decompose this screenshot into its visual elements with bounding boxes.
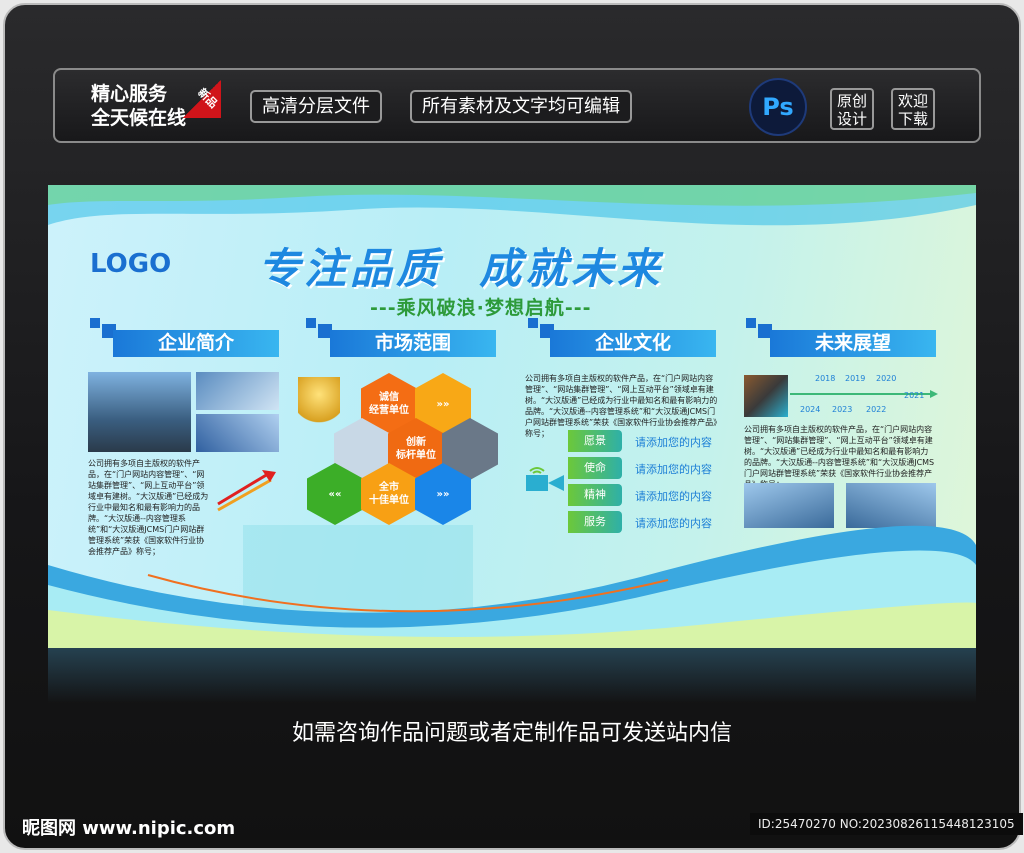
main-title: 专注品质 成就未来 xyxy=(258,244,664,293)
contact-caption: 如需咨询作品问题或者定制作品可发送站内信 xyxy=(291,721,732,746)
editable-tag: 所有素材及文字均可编辑 xyxy=(410,90,632,123)
section-header-future: 未来展望 xyxy=(770,330,936,357)
download-line1: 欢迎 xyxy=(897,92,928,110)
growth-arrow-icon xyxy=(217,470,276,512)
original-line1: 原创 xyxy=(836,92,867,110)
top-banner: 精心服务 全天候在线 新品 高清分层文件 所有素材及文字均可编辑 Ps 原创 设计 … xyxy=(53,68,981,143)
section-header-market: 市场范围 xyxy=(330,330,496,357)
timeline-year: 2018 xyxy=(815,374,836,383)
camera-signal-icon xyxy=(526,467,564,491)
culture-content: 请添加您的内容 xyxy=(635,463,712,476)
culture-content: 请添加您的内容 xyxy=(635,436,712,449)
download-tag: 欢迎 下载 xyxy=(891,88,935,130)
subtitle: ---乘风破浪·梦想启航--- xyxy=(370,297,592,319)
timeline-year: 2024 xyxy=(800,405,821,414)
bottom-wave-decoration xyxy=(48,525,976,648)
city-photo xyxy=(88,372,191,452)
new-badge-text: 新品 xyxy=(195,85,221,111)
timeline-year: 2019 xyxy=(845,374,866,383)
culture-text: 公司拥有多项自主版权的软件产品，在“门户网站内容管理”、“网站集群管理”、“网上… xyxy=(525,374,718,438)
site-watermark: 昵图网 www.nipic.com xyxy=(22,818,236,839)
building-photo xyxy=(196,372,279,410)
board-reflection xyxy=(48,648,976,703)
timeline-year: 2022 xyxy=(866,405,887,414)
future-text: 公司拥有多项自主版权的软件产品，在“门户网站内容管理”、“网站集群管理”、“网上… xyxy=(744,425,935,489)
culture-label: 愿景 xyxy=(568,430,622,452)
section-header-intro: 企业简介 xyxy=(113,330,279,357)
photoshop-icon: Ps xyxy=(749,78,807,136)
slogan-line2: 全天候在线 xyxy=(91,107,187,129)
culture-wall-board: LOGO 专注品质 成就未来 ---乘风破浪·梦想启航--- 企业简介 市场范围… xyxy=(48,185,976,648)
layered-file-tag: 高清分层文件 xyxy=(250,90,382,123)
original-design-tag: 原创 设计 xyxy=(830,88,874,130)
culture-content: 请添加您的内容 xyxy=(635,490,712,503)
timeline-year: 2020 xyxy=(876,374,897,383)
original-line2: 设计 xyxy=(836,110,867,128)
culture-label: 使命 xyxy=(568,457,622,479)
service-slogan: 精心服务 全天候在线 xyxy=(91,82,186,130)
timeline-year: 2021 xyxy=(904,391,925,400)
download-line2: 下载 xyxy=(897,110,928,128)
trophy-icon xyxy=(298,377,340,435)
culture-label: 精神 xyxy=(568,484,622,506)
logo: LOGO xyxy=(90,249,172,279)
building-photo xyxy=(196,414,279,452)
timeline-year: 2023 xyxy=(832,405,853,414)
new-badge: 新品 xyxy=(183,80,221,118)
slogan-line1: 精心服务 xyxy=(91,83,168,105)
image-id: ID:25470270 NO:20230826115448123105 xyxy=(750,813,1023,835)
section-header-culture: 企业文化 xyxy=(550,330,716,357)
photo-grid xyxy=(744,375,788,417)
